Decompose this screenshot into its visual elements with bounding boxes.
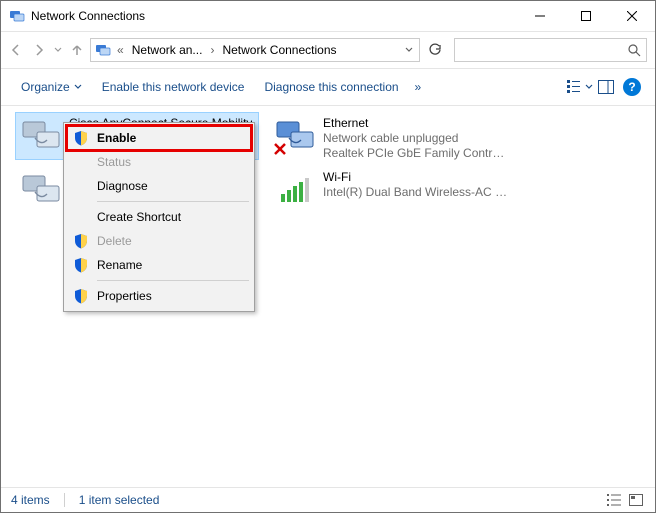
details-view-button[interactable] bbox=[605, 493, 623, 507]
context-enable[interactable]: Enable bbox=[67, 126, 251, 150]
context-separator bbox=[97, 280, 249, 281]
shield-icon bbox=[73, 288, 89, 304]
breadcrumb-sep-icon: « bbox=[115, 43, 126, 57]
context-diagnose-label: Diagnose bbox=[97, 179, 148, 193]
search-icon[interactable] bbox=[622, 39, 646, 61]
context-status: Status bbox=[67, 150, 251, 174]
context-separator bbox=[97, 201, 249, 202]
wifi-icon bbox=[273, 170, 317, 210]
window-buttons bbox=[517, 1, 655, 31]
item-count: 4 items bbox=[11, 493, 50, 507]
view-buttons bbox=[605, 493, 645, 507]
adapter-icon bbox=[273, 116, 317, 156]
adapter-status: Network cable unplugged bbox=[323, 131, 509, 146]
search-box[interactable] bbox=[454, 38, 647, 62]
diagnose-button[interactable]: Diagnose this connection bbox=[254, 69, 408, 105]
context-properties[interactable]: Properties bbox=[67, 284, 251, 308]
chevron-right-icon: › bbox=[208, 43, 216, 57]
adapter-icon bbox=[19, 116, 63, 156]
adapter-name: Ethernet bbox=[323, 116, 509, 131]
context-diagnose[interactable]: Diagnose bbox=[67, 174, 251, 198]
address-dropdown[interactable] bbox=[399, 39, 419, 61]
organize-label: Organize bbox=[21, 80, 70, 94]
shield-icon bbox=[73, 233, 89, 249]
status-bar: 4 items 1 item selected bbox=[1, 487, 655, 512]
view-options-button[interactable] bbox=[567, 74, 593, 100]
context-rename[interactable]: Rename bbox=[67, 253, 251, 277]
window-title: Network Connections bbox=[31, 9, 517, 23]
shield-icon bbox=[73, 257, 89, 273]
adapter-item[interactable]: Wi-Fi Intel(R) Dual Band Wireless-AC 31.… bbox=[269, 166, 513, 214]
context-create-shortcut-label: Create Shortcut bbox=[97, 210, 181, 224]
context-delete: Delete bbox=[67, 229, 251, 253]
back-button[interactable] bbox=[7, 37, 26, 63]
breadcrumb-current[interactable]: Network Connections bbox=[216, 39, 342, 61]
navigation-bar: « Network an... › Network Connections bbox=[1, 32, 655, 69]
forward-button[interactable] bbox=[30, 37, 49, 63]
help-icon: ? bbox=[623, 78, 641, 96]
context-rename-label: Rename bbox=[97, 258, 142, 272]
address-icon bbox=[95, 42, 111, 58]
context-delete-label: Delete bbox=[97, 234, 132, 248]
content-area[interactable]: Cisco AnyConnect Secure Mobility Etherne… bbox=[1, 106, 655, 487]
shield-icon bbox=[73, 130, 89, 146]
context-menu: Enable Status Diagnose Create Shortcut D… bbox=[63, 122, 255, 312]
close-button[interactable] bbox=[609, 1, 655, 31]
maximize-button[interactable] bbox=[563, 1, 609, 31]
search-input[interactable] bbox=[455, 43, 622, 57]
large-icons-view-button[interactable] bbox=[627, 493, 645, 507]
context-status-label: Status bbox=[97, 155, 131, 169]
up-button[interactable] bbox=[68, 37, 87, 63]
adapter-name: Wi-Fi bbox=[323, 170, 509, 185]
breadcrumb-parent[interactable]: Network an... bbox=[126, 39, 209, 61]
minimize-button[interactable] bbox=[517, 1, 563, 31]
refresh-button[interactable] bbox=[424, 37, 446, 63]
address-bar[interactable]: « Network an... › Network Connections bbox=[90, 38, 420, 62]
adapter-icon bbox=[19, 170, 63, 210]
titlebar: Network Connections bbox=[1, 1, 655, 32]
recent-dropdown[interactable] bbox=[52, 37, 63, 63]
adapter-device: Intel(R) Dual Band Wireless-AC 31... bbox=[323, 185, 509, 200]
context-properties-label: Properties bbox=[97, 289, 152, 303]
enable-device-button[interactable]: Enable this network device bbox=[92, 69, 255, 105]
organize-menu[interactable]: Organize bbox=[11, 69, 92, 105]
command-bar: Organize Enable this network device Diag… bbox=[1, 69, 655, 106]
adapter-device: Realtek PCIe GbE Family Controller bbox=[323, 146, 509, 161]
status-separator bbox=[64, 493, 65, 507]
overflow-button[interactable]: » bbox=[409, 80, 428, 94]
context-create-shortcut[interactable]: Create Shortcut bbox=[67, 205, 251, 229]
selection-count: 1 item selected bbox=[79, 493, 160, 507]
network-connections-window: Network Connections « Network an... › Ne… bbox=[0, 0, 656, 513]
chevron-down-icon bbox=[74, 83, 82, 91]
preview-pane-button[interactable] bbox=[593, 74, 619, 100]
context-enable-label: Enable bbox=[97, 131, 136, 145]
adapter-item[interactable]: Ethernet Network cable unplugged Realtek… bbox=[269, 112, 513, 160]
network-connections-icon bbox=[9, 8, 25, 24]
help-button[interactable]: ? bbox=[619, 74, 645, 100]
